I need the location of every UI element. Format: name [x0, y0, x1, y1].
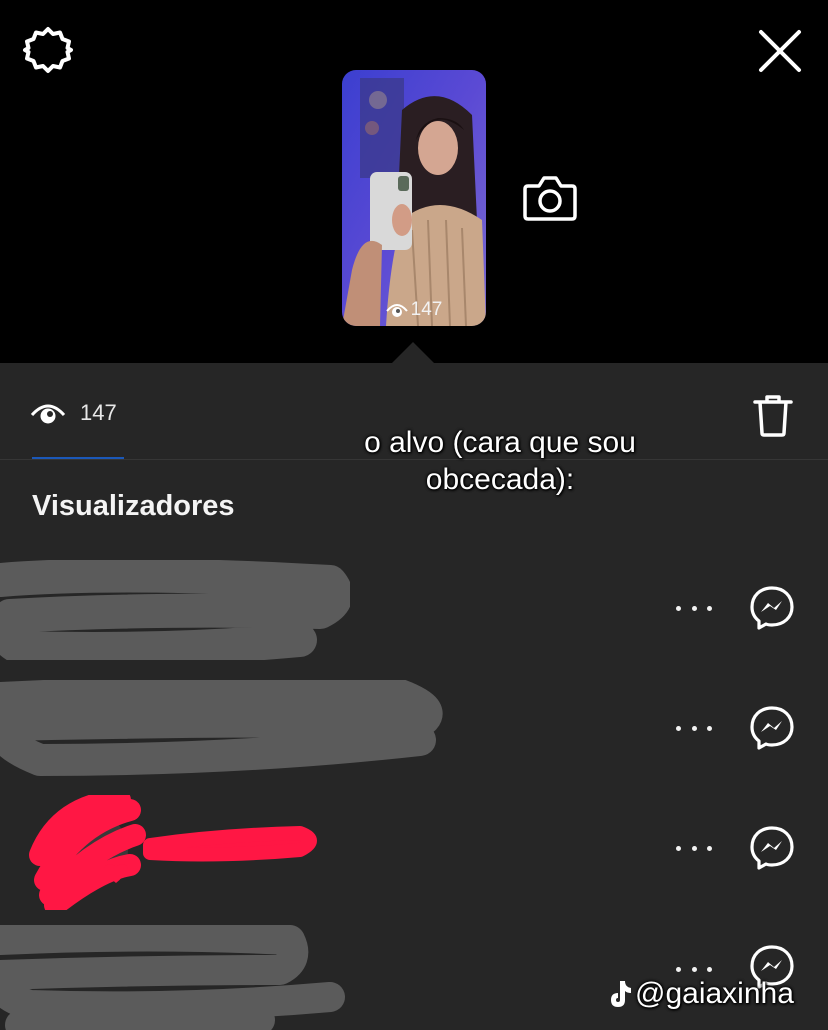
- viewer-row[interactable]: [0, 795, 828, 910]
- gear-icon[interactable]: [22, 24, 74, 76]
- redacted-name: [0, 925, 345, 1030]
- messenger-icon[interactable]: [749, 705, 795, 751]
- story-photo: [342, 70, 486, 326]
- more-options-button[interactable]: [676, 841, 712, 855]
- caption-line-1: o alvo (cara que sou: [364, 426, 636, 459]
- trash-icon[interactable]: [752, 393, 794, 437]
- story-thumbnail[interactable]: 147: [342, 70, 486, 326]
- tiktok-logo-icon: [611, 981, 631, 1007]
- tiktok-watermark: @gaiaxinha: [606, 976, 794, 1012]
- story-view-number: 147: [410, 299, 443, 320]
- view-count: 147: [80, 400, 117, 425]
- viewers-title: Visualizadores: [32, 490, 235, 522]
- messenger-icon[interactable]: [749, 825, 795, 871]
- redacted-name: [0, 560, 350, 660]
- more-options-button[interactable]: [676, 962, 712, 976]
- eye-icon[interactable]: [30, 401, 66, 425]
- viewer-row[interactable]: [0, 675, 828, 785]
- watermark-handle: @gaiaxinha: [635, 977, 794, 1010]
- eye-icon: [385, 304, 408, 317]
- more-options-button[interactable]: [676, 721, 712, 735]
- story-view-count: 147: [342, 299, 486, 321]
- overlay-caption: o alvo (cara que sou obcecada):: [300, 424, 700, 498]
- story-preview-area: 147: [0, 0, 828, 363]
- close-icon[interactable]: [755, 26, 805, 76]
- active-tab-indicator: [32, 457, 124, 459]
- caption-line-2: obcecada):: [425, 463, 575, 496]
- viewer-row[interactable]: [0, 920, 828, 1030]
- messenger-icon[interactable]: [749, 585, 795, 631]
- viewer-row[interactable]: [0, 555, 828, 665]
- sheet-pointer: [392, 342, 434, 363]
- camera-icon[interactable]: [522, 172, 578, 224]
- redacted-name: [0, 680, 443, 776]
- more-options-button[interactable]: [676, 601, 712, 615]
- avatar: [29, 795, 317, 910]
